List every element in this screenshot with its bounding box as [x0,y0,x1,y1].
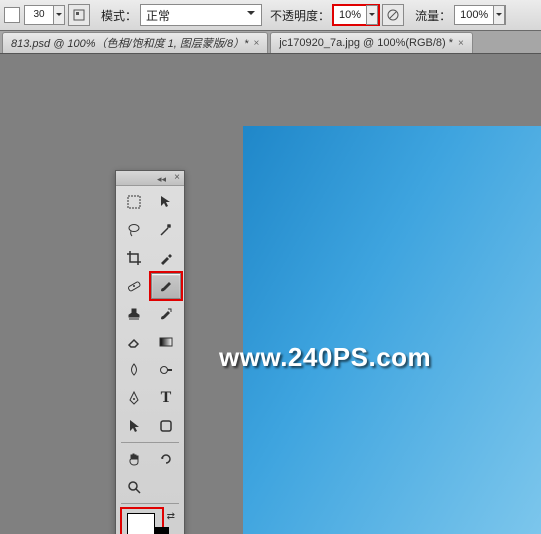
type-tool[interactable]: T [151,385,181,411]
crop-icon [126,250,142,266]
stamp-icon [126,306,142,322]
opacity-value: 10% [334,9,366,21]
tab-document-1[interactable]: 813.psd @ 100%（色相/饱和度 1, 图层蒙版/8）* × [2,32,268,53]
wand-icon [158,222,174,238]
eyedropper-icon [158,250,174,266]
shape-icon [158,418,174,434]
brush-size-input[interactable]: 30 [24,5,54,25]
brush-tool[interactable] [151,273,181,299]
chevron-down-icon [247,11,255,19]
brush-icon [158,278,174,294]
lasso-tool[interactable] [119,217,149,243]
flow-value: 100% [455,9,493,21]
hand-icon [126,451,142,467]
empty-slot [151,474,181,500]
pen-icon [126,390,142,406]
type-icon: T [161,389,172,407]
wand-tool[interactable] [151,217,181,243]
flow-label: 流量： [415,7,451,24]
pressure-opacity-toggle[interactable] [382,4,404,26]
tablet-icon [386,8,400,22]
marquee-icon [126,194,142,210]
opacity-dropdown[interactable] [366,5,378,25]
blur-tool[interactable] [119,357,149,383]
tab-label: 813.psd @ 100%（色相/饱和度 1, 图层蒙版/8）* [11,35,248,51]
path-select-tool[interactable] [119,413,149,439]
tab-label: jc170920_7a.jpg @ 100%(RGB/8) * [279,37,453,49]
tools-panel: ◂◂ × T [115,170,185,534]
blend-mode-select[interactable]: 正常 [140,4,262,26]
hand-tool[interactable] [119,446,149,472]
flow-dropdown[interactable] [493,5,505,25]
bandaid-icon [126,278,142,294]
brush-preview-swatch[interactable] [4,7,20,23]
swap-colors-icon[interactable]: ⇄ [167,511,175,522]
zoom-icon [126,479,142,495]
brush-panel-toggle[interactable] [68,4,90,26]
eyedropper-tool[interactable] [151,245,181,271]
eraser-tool[interactable] [119,329,149,355]
foreground-color[interactable] [127,513,155,534]
rotate-view-tool[interactable] [151,446,181,472]
opacity-label: 不透明度： [270,7,330,24]
zoom-tool[interactable] [119,474,149,500]
move-icon [158,194,174,210]
pen-tool[interactable] [119,385,149,411]
color-wells: ⇄ ◧ [119,509,181,534]
arrow-icon [126,418,142,434]
gradient-icon [158,334,174,350]
blur-icon [126,362,142,378]
brush-size-dropdown[interactable] [54,5,65,25]
move-tool[interactable] [151,189,181,215]
shape-tool[interactable] [151,413,181,439]
options-bar: 30 模式： 正常 不透明度： 10% 流量： 100% [0,0,541,31]
mode-label: 模式： [101,7,137,24]
marquee-tool[interactable] [119,189,149,215]
dodge-tool[interactable] [151,357,181,383]
crop-tool[interactable] [119,245,149,271]
canvas[interactable] [243,126,541,534]
tools-panel-header[interactable]: ◂◂ × [116,171,184,186]
blend-mode-value: 正常 [146,7,170,24]
close-icon[interactable]: × [253,38,259,49]
workspace: www.240PS.com ◂◂ × T [0,54,541,534]
document-tabs: 813.psd @ 100%（色相/饱和度 1, 图层蒙版/8）* × jc17… [0,31,541,54]
lasso-icon [126,222,142,238]
history-brush-icon [158,306,174,322]
watermark-text: www.240PS.com [219,342,431,373]
history-brush-tool[interactable] [151,301,181,327]
eraser-icon [126,334,142,350]
opacity-input[interactable]: 10% [333,5,379,25]
close-icon[interactable]: × [458,38,464,49]
collapse-icon[interactable]: ◂◂ [157,174,166,185]
tool-separator [121,503,179,504]
tab-document-2[interactable]: jc170920_7a.jpg @ 100%(RGB/8) * × [270,32,473,53]
brush-panel-icon [72,8,86,22]
tool-separator [121,442,179,443]
heal-tool[interactable] [119,273,149,299]
flow-input[interactable]: 100% [454,5,506,25]
stamp-tool[interactable] [119,301,149,327]
dodge-icon [158,362,174,378]
rotate-icon [158,451,174,467]
close-icon[interactable]: × [174,172,180,183]
gradient-tool[interactable] [151,329,181,355]
